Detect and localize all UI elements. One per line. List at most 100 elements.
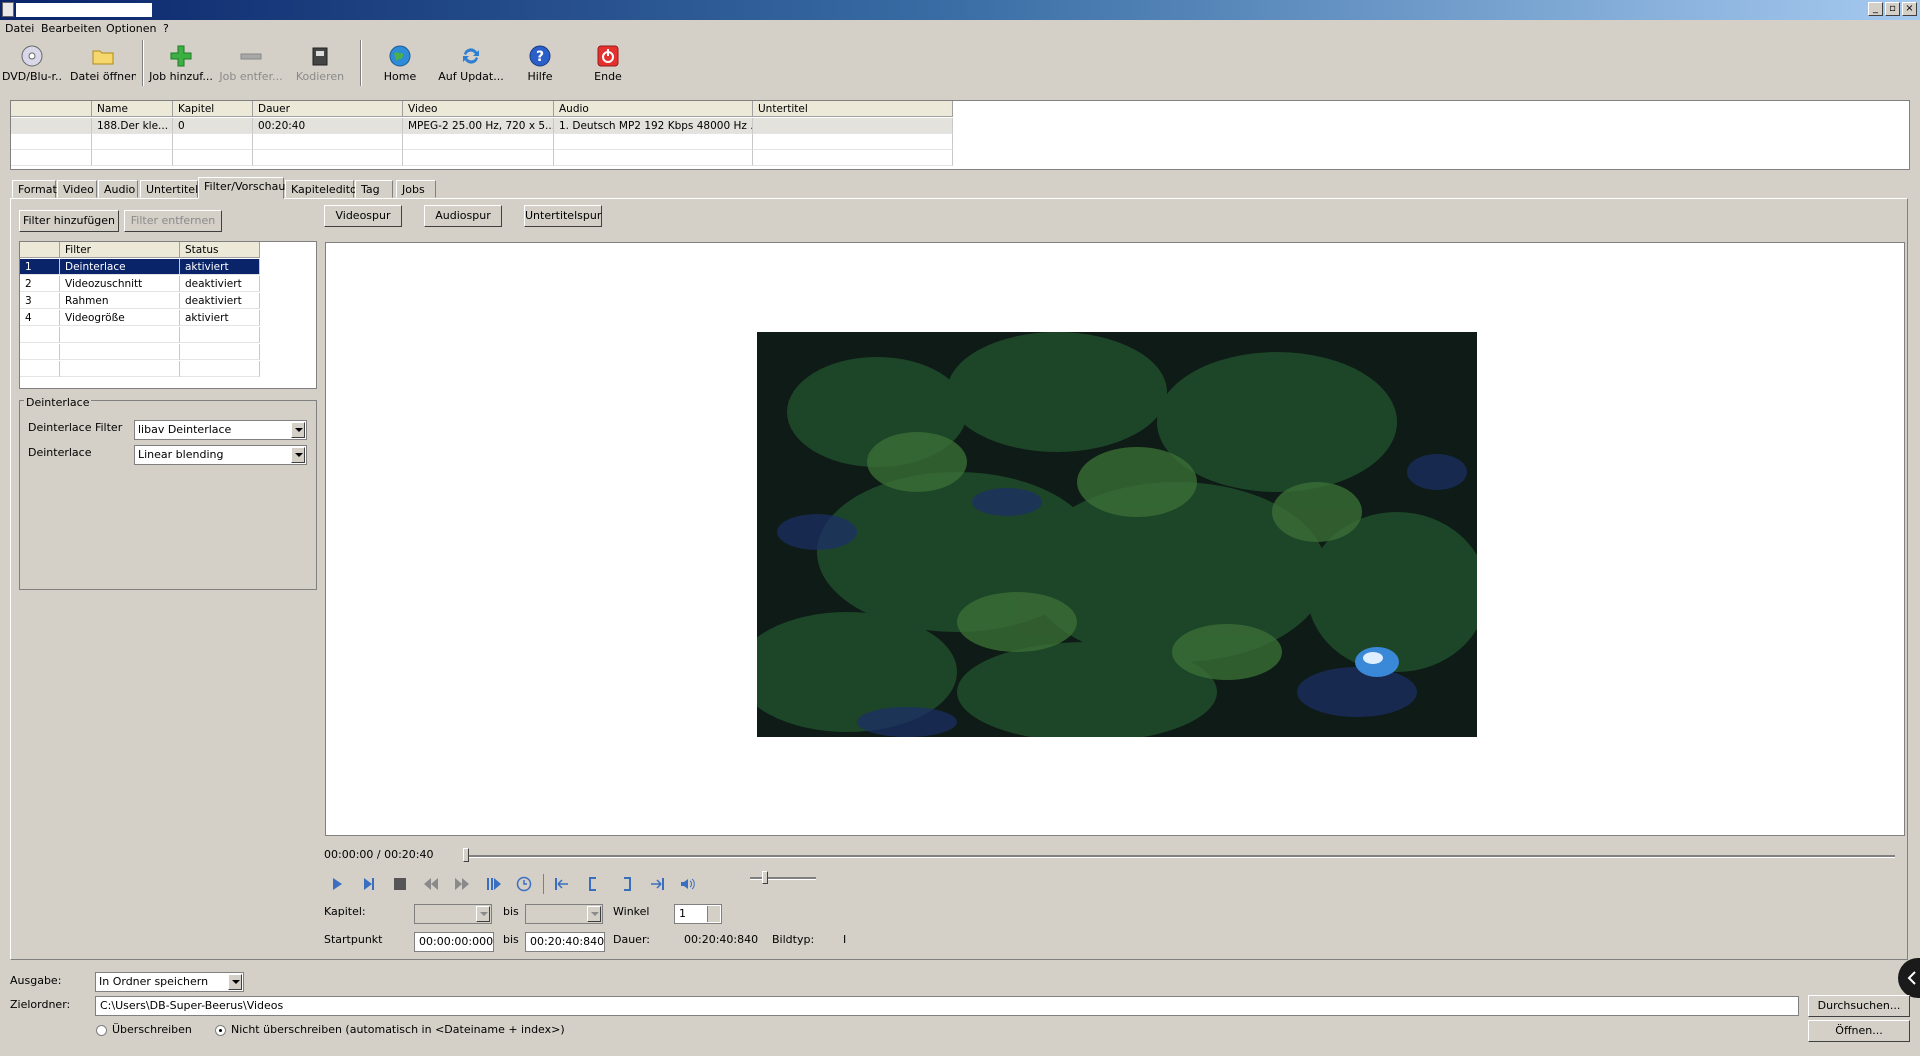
minus-icon — [240, 53, 262, 60]
fast-forward-button[interactable] — [451, 874, 473, 894]
deinterlace-mode-select[interactable]: Linear blending — [134, 445, 307, 465]
table-cell[interactable] — [753, 118, 953, 134]
seek-thumb[interactable] — [463, 848, 469, 862]
frame-step-button[interactable] — [483, 874, 505, 894]
rewind-button[interactable] — [420, 874, 442, 894]
filter-row-name[interactable]: Rahmen — [60, 293, 180, 309]
chapter-end-select[interactable] — [525, 904, 603, 924]
filter-row-status[interactable]: deaktiviert — [180, 276, 260, 292]
side-panel-handle[interactable] — [1898, 958, 1920, 998]
tab-kapiteleditor[interactable]: Kapiteleditor — [285, 180, 361, 198]
menu-bearbeiten[interactable]: Bearbeiten — [41, 22, 101, 35]
dvd-bluray-button[interactable]: DVD/Blu-r... — [2, 42, 62, 88]
tab-tag[interactable]: Tag — [355, 180, 393, 198]
open-file-button[interactable]: Datei öffnen — [70, 42, 136, 88]
encode-button[interactable]: Kodieren — [290, 42, 350, 88]
column-header[interactable]: Kapitel — [173, 101, 253, 117]
target-folder-input[interactable]: C:\Users\DB-Super-Beerus\Videos — [95, 996, 1799, 1016]
subtitle-track-button[interactable]: Untertitelspur — [524, 205, 602, 227]
table-cell[interactable] — [11, 118, 92, 134]
filter-list[interactable]: Filter Status 1 Deinterlace aktiviert 2 … — [19, 241, 317, 389]
open-folder-button[interactable]: Öffnen... — [1808, 1020, 1910, 1042]
chapter-start-select[interactable] — [414, 904, 492, 924]
column-header[interactable]: Video — [403, 101, 554, 117]
column-header[interactable]: Audio — [554, 101, 753, 117]
filter-row-number[interactable]: 4 — [20, 310, 60, 326]
output-mode-select[interactable]: In Ordner speichern — [95, 972, 244, 992]
menu-optionen[interactable]: Optionen — [106, 22, 156, 35]
chevron-down-icon[interactable] — [291, 422, 305, 438]
column-header[interactable]: Name — [92, 101, 173, 117]
column-header[interactable]: Dauer — [253, 101, 403, 117]
seek-track[interactable] — [463, 855, 1895, 858]
set-end-button[interactable] — [616, 874, 638, 894]
column-header[interactable]: Untertitel — [753, 101, 953, 117]
table-cell[interactable]: 0 — [173, 118, 253, 134]
filter-row-number[interactable]: 3 — [20, 293, 60, 309]
start-time-input[interactable]: 00:00:00:000 — [414, 932, 494, 952]
chevron-down-icon[interactable] — [476, 906, 490, 922]
filter-row-name[interactable]: Videogröße — [60, 310, 180, 326]
tab-untertitel[interactable]: Untertitel — [140, 180, 198, 198]
set-start-button[interactable] — [582, 874, 604, 894]
column-header[interactable] — [20, 242, 60, 258]
filter-row-number[interactable]: 2 — [20, 276, 60, 292]
check-update-button[interactable]: Auf Updat... — [436, 42, 506, 88]
remove-job-button[interactable]: Job entfer... — [218, 42, 284, 88]
stop-button[interactable] — [389, 874, 411, 894]
empty-cell — [753, 150, 953, 166]
table-cell[interactable]: 00:20:40 — [253, 118, 403, 134]
column-header[interactable]: Filter — [60, 242, 180, 258]
volume-button[interactable] — [677, 874, 699, 894]
remove-filter-button[interactable]: Filter entfernen — [124, 210, 222, 232]
exit-button[interactable]: Ende — [580, 42, 636, 88]
player-separator — [543, 874, 544, 894]
chevron-down-icon[interactable] — [228, 974, 242, 990]
volume-thumb[interactable] — [762, 871, 768, 884]
filter-row-status[interactable]: deaktiviert — [180, 293, 260, 309]
filter-row-number[interactable]: 1 — [20, 259, 60, 275]
add-filter-button[interactable]: Filter hinzufügen — [19, 210, 119, 232]
goto-start-button[interactable] — [551, 874, 573, 894]
tab-video[interactable]: Video — [57, 180, 97, 198]
tab-audio[interactable]: Audio — [98, 180, 138, 198]
filter-row-name[interactable]: Deinterlace — [60, 259, 180, 275]
angle-spinner[interactable]: 1 — [674, 904, 722, 924]
no-overwrite-radio[interactable] — [215, 1025, 226, 1036]
menu-help[interactable]: ? — [163, 22, 169, 35]
video-track-button[interactable]: Videospur — [324, 205, 402, 227]
minimize-button[interactable]: _ — [1868, 2, 1883, 16]
tab-format[interactable]: Format — [12, 180, 57, 198]
goto-end-button[interactable] — [646, 874, 668, 894]
column-header[interactable]: Status — [180, 242, 260, 258]
help-button[interactable]: ? Hilfe — [512, 42, 568, 88]
home-button[interactable]: Home — [370, 42, 430, 88]
table-cell[interactable]: 1. Deutsch MP2 192 Kbps 48000 Hz ... — [554, 118, 753, 134]
filter-row-name[interactable]: Videozuschnitt — [60, 276, 180, 292]
goto-time-button[interactable] — [513, 874, 535, 894]
table-cell[interactable]: 188.Der kle... — [92, 118, 173, 134]
play-button[interactable] — [326, 874, 348, 894]
browse-button[interactable]: Durchsuchen... — [1808, 995, 1910, 1017]
tab-jobs[interactable]: Jobs — [396, 180, 436, 198]
maximize-button[interactable]: ▫ — [1885, 2, 1900, 16]
job-list[interactable]: Name Kapitel Dauer Video Audio Untertite… — [10, 100, 1910, 170]
chevron-down-icon[interactable] — [291, 447, 305, 463]
next-frame-button[interactable] — [358, 874, 380, 894]
overwrite-radio[interactable] — [96, 1025, 107, 1036]
empty-cell — [92, 150, 173, 166]
menu-datei[interactable]: Datei — [5, 22, 34, 35]
end-time-input[interactable]: 00:20:40:840 — [525, 932, 605, 952]
filter-row-status[interactable]: aktiviert — [180, 310, 260, 326]
audio-track-button[interactable]: Audiospur — [424, 205, 502, 227]
volume-track[interactable] — [750, 877, 816, 880]
add-job-button[interactable]: Job hinzuf... — [148, 42, 214, 88]
chevron-down-icon[interactable] — [587, 906, 601, 922]
spinner-arrows[interactable] — [707, 906, 720, 922]
table-cell[interactable]: MPEG-2 25.00 Hz, 720 x 5... — [403, 118, 554, 134]
close-button[interactable]: × — [1902, 2, 1917, 16]
column-header[interactable] — [11, 101, 92, 117]
filter-row-status[interactable]: aktiviert — [180, 259, 260, 275]
deinterlace-filter-select[interactable]: libav Deinterlace — [134, 420, 307, 440]
tab-filter-vorschau[interactable]: Filter/Vorschau — [198, 177, 285, 199]
